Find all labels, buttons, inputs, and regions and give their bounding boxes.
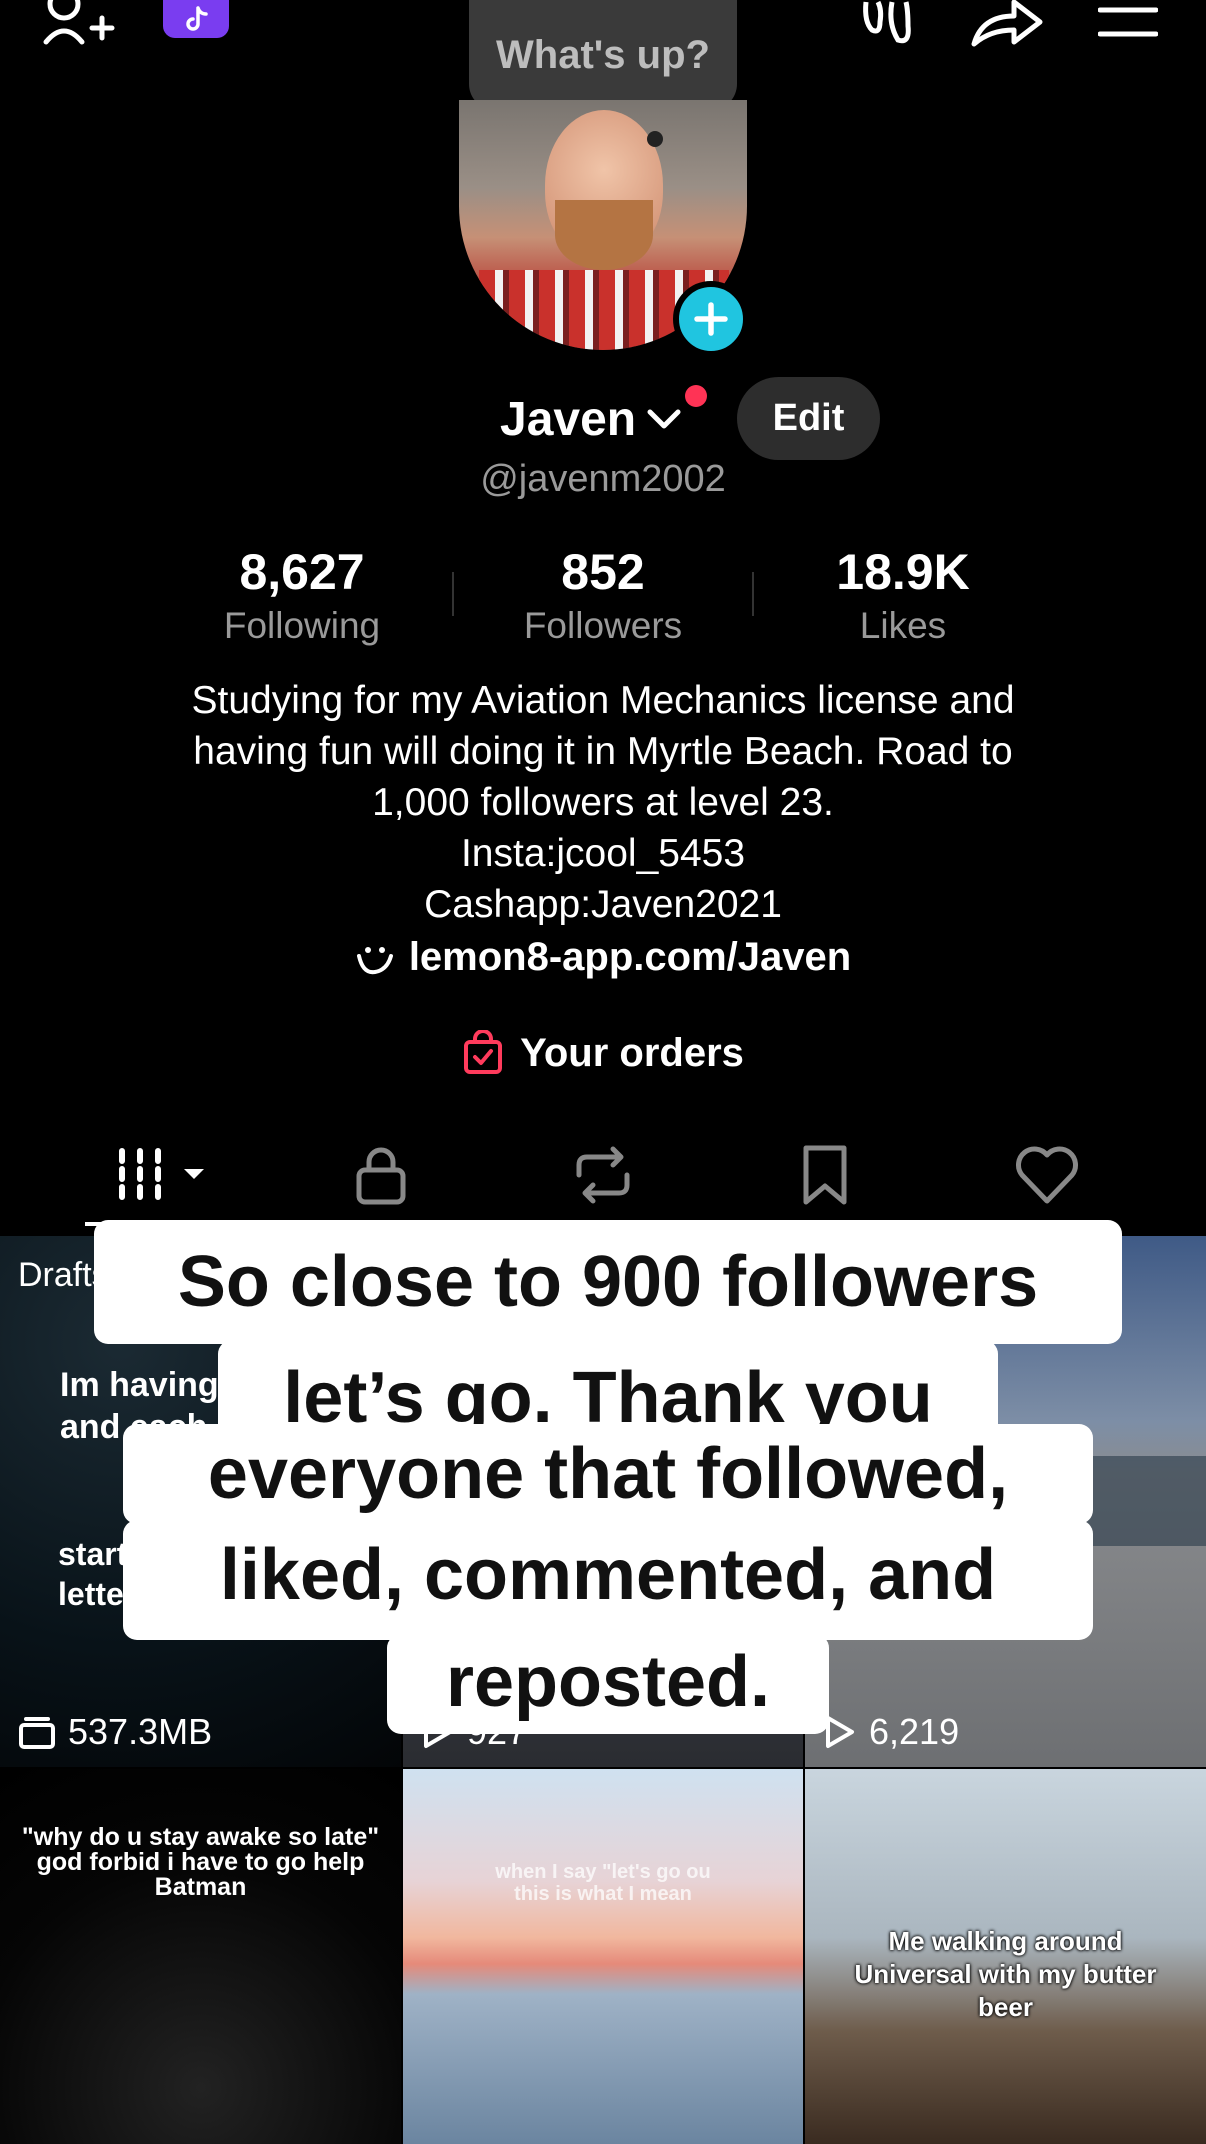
avatar-dot [647, 131, 663, 147]
stat-value: 8,627 [239, 544, 365, 600]
stat-label: Followers [523, 605, 683, 646]
caption-line: Im having [60, 1366, 219, 1404]
caption-line: god forbid i have to go help [36, 1848, 365, 1876]
share-arrow-icon[interactable] [970, 0, 1044, 48]
chevron-down-icon [647, 409, 681, 429]
stat-followers[interactable]: 852 Followers [483, 540, 723, 648]
username-handle: @javenm2002 [480, 458, 726, 500]
caption-line: Me walking around [888, 1926, 1123, 1956]
your-orders-button[interactable]: Your orders [0, 1030, 1206, 1076]
bio: Studying for my Aviation Mechanics licen… [100, 675, 1106, 930]
stat-label: Following [223, 605, 381, 646]
tiktok-note-icon[interactable] [163, 0, 229, 38]
orders-label: Your orders [520, 1030, 744, 1075]
draft-size-value: 537.3MB [68, 1711, 213, 1752]
overlay-line: liked, commented, and [123, 1520, 1093, 1640]
view-count-value: 6,219 [869, 1711, 960, 1752]
bio-line: Cashapp:Javen2021 [424, 883, 782, 926]
notification-dot [685, 385, 707, 407]
overlay-line: everyone that followed, [123, 1424, 1093, 1524]
display-name: Javen [500, 392, 637, 446]
link-text: lemon8-app.com/Javen [408, 935, 852, 979]
overlay-line: reposted. [387, 1634, 829, 1734]
tile-caption: Me walking around Universal with my butt… [805, 1925, 1206, 2024]
stat-label: Likes [859, 605, 947, 646]
status-bubble[interactable]: What's up? [469, 0, 737, 110]
bio-line: 1,000 followers at level 23. [372, 781, 834, 824]
lemon8-smile-icon [356, 946, 393, 974]
caption-line: beer [978, 1992, 1033, 2022]
profile-link[interactable]: lemon8-app.com/Javen [0, 935, 1206, 980]
plus-icon [694, 302, 728, 336]
tab-videos[interactable] [112, 1140, 212, 1210]
bio-line: Studying for my Aviation Mechanics licen… [191, 679, 1015, 722]
caption-line: Batman [154, 1873, 247, 1901]
add-friend-icon[interactable] [40, 0, 118, 50]
bio-line: Insta:jcool_5453 [460, 832, 746, 875]
draft-size: 537.3MB [18, 1711, 212, 1753]
caption-line: this is what I mean [514, 1883, 692, 1905]
stat-following[interactable]: 8,627 Following [182, 540, 422, 648]
stat-divider [752, 572, 754, 616]
bio-line: having fun will doing it in Myrtle Beach… [193, 730, 1013, 773]
stat-likes[interactable]: 18.9K Likes [783, 540, 1023, 648]
heart-icon [1016, 1146, 1078, 1204]
caption-line: Universal with my butter [854, 1959, 1157, 1989]
bookmark-icon [803, 1145, 847, 1205]
tab-reposts[interactable] [558, 1140, 648, 1210]
stat-value: 852 [561, 544, 645, 600]
stat-value: 18.9K [836, 544, 970, 600]
tab-saved[interactable] [780, 1140, 870, 1210]
videos-grid-icon [119, 1148, 204, 1200]
tile-caption: when I say "let's go ou this is what I m… [403, 1861, 803, 1905]
video-tile[interactable]: Me walking around Universal with my butt… [805, 1769, 1206, 2144]
video-tile[interactable]: when I say "let's go ou this is what I m… [403, 1769, 803, 2144]
tab-private[interactable] [336, 1140, 426, 1210]
tile-caption: "why do u stay awake so late" god forbid… [0, 1825, 401, 1900]
lock-icon [356, 1147, 406, 1205]
caption-line: "why do u stay awake so late" [21, 1823, 380, 1851]
add-story-button[interactable] [673, 281, 749, 357]
tab-liked[interactable] [1002, 1140, 1092, 1210]
shopping-bag-icon [464, 1030, 503, 1074]
hamburger-menu-icon[interactable] [1098, 6, 1158, 40]
overlay-line: So close to 900 followers [94, 1220, 1122, 1344]
view-count: 6,219 [823, 1711, 959, 1753]
drafts-stack-icon [19, 1717, 55, 1749]
video-tile[interactable]: "why do u stay awake so late" god forbid… [0, 1769, 401, 2144]
footprints-icon[interactable] [858, 0, 918, 46]
stat-divider [452, 572, 454, 616]
caption-line: when I say "let's go ou [495, 1861, 711, 1883]
edit-profile-button[interactable]: Edit [737, 377, 880, 460]
account-switcher[interactable]: Javen [500, 384, 684, 454]
repost-icon [576, 1146, 630, 1204]
